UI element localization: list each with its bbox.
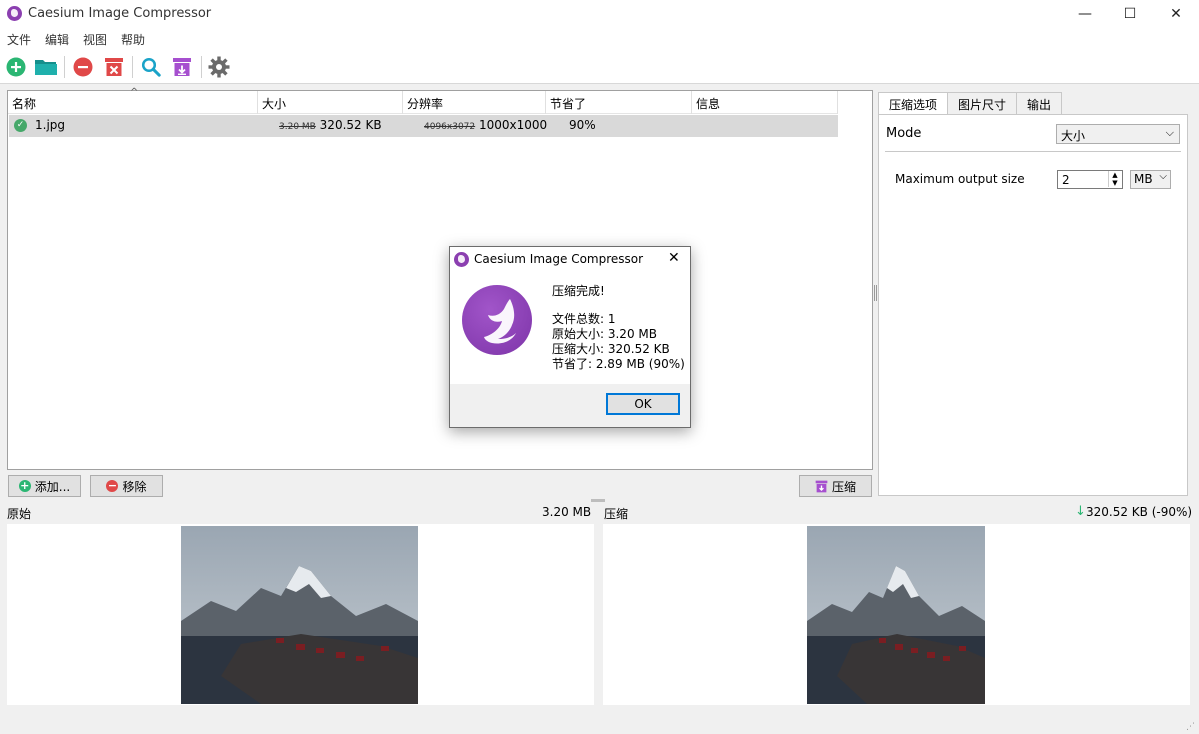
spinner-arrows-icon[interactable]: ▲ ▼ <box>1108 171 1121 187</box>
compressed-preview-size: 320.52 KB (-90%) <box>1086 505 1193 519</box>
table-header: 名称 ^ 大小 分辨率 节省了 信息 <box>8 87 838 114</box>
unit-select[interactable]: MB ⌵ <box>1130 170 1171 189</box>
open-folder-icon[interactable] <box>34 55 58 79</box>
mode-select[interactable]: 大小 ⌵ <box>1056 124 1180 144</box>
success-check-icon: ✓ <box>14 119 27 132</box>
file-name: 1.jpg <box>35 118 66 132</box>
app-logo-icon <box>7 6 22 21</box>
compressed-preview-image <box>807 526 985 704</box>
menu-help[interactable]: 帮助 <box>114 28 152 50</box>
options-tabs: 压缩选项 图片尺寸 输出 <box>878 92 1063 115</box>
toolbar-separator <box>201 56 202 78</box>
tab-compression-options[interactable]: 压缩选项 <box>878 92 949 115</box>
divider <box>885 151 1181 152</box>
title-bar: Caesium Image Compressor — ☐ ✕ <box>0 0 1199 28</box>
toolbar <box>0 50 1199 84</box>
compress-icon <box>815 480 828 492</box>
chevron-down-icon: ⌵ <box>1165 126 1174 139</box>
app-logo-icon <box>454 252 469 267</box>
toolbar-separator <box>64 56 65 78</box>
close-button[interactable]: ✕ <box>1153 0 1199 28</box>
original-size: 3.20 MB <box>279 122 316 132</box>
compressed-preview-pane[interactable] <box>603 524 1190 705</box>
dialog-heading: 压缩完成! <box>552 284 605 298</box>
dialog-compressed-size: 压缩大小: 320.52 KB <box>552 342 670 356</box>
menu-view[interactable]: 视图 <box>76 28 114 50</box>
remove-button[interactable]: − 移除 <box>90 475 163 497</box>
max-output-size-value: 2 <box>1062 173 1070 187</box>
original-preview-pane[interactable] <box>7 524 594 705</box>
arrow-down-icon: ↓ <box>1075 504 1086 519</box>
file-list-table[interactable]: 名称 ^ 大小 分辨率 节省了 信息 ✓ 1.jpg 3.20 MB 320.5… <box>7 87 873 470</box>
sort-caret-icon: ^ <box>130 87 139 98</box>
compress-button-label: 压缩 <box>831 479 856 494</box>
options-panel: 压缩选项 图片尺寸 输出 Mode 大小 ⌵ Maximum output si… <box>878 90 1188 496</box>
window-title: Caesium Image Compressor <box>28 6 212 21</box>
add-icon[interactable] <box>4 55 28 79</box>
max-output-size-spinbox[interactable]: 2 ▲ ▼ <box>1057 170 1123 189</box>
table-row[interactable]: ✓ 1.jpg 3.20 MB 320.52 KB 4096x3072 1000… <box>9 115 838 137</box>
column-header-size[interactable]: 大小 <box>258 91 403 114</box>
menu-edit[interactable]: 编辑 <box>38 28 76 50</box>
dialog-original-size: 原始大小: 3.20 MB <box>552 327 657 341</box>
dialog-body: 压缩完成! 文件总数: 1 原始大小: 3.20 MB 压缩大小: 320.52… <box>450 272 690 384</box>
compressed-size: 320.52 KB <box>319 118 382 132</box>
original-preview-size: 3.20 MB <box>542 505 592 519</box>
dialog-title: Caesium Image Compressor <box>474 252 644 266</box>
toolbar-separator <box>132 56 133 78</box>
file-size: 3.20 MB 320.52 KB <box>279 118 382 132</box>
settings-icon[interactable] <box>207 55 231 79</box>
dialog-title-bar: Caesium Image Compressor ✕ <box>450 247 690 272</box>
compress-icon[interactable] <box>170 55 194 79</box>
dialog-saved: 节省了: 2.89 MB (90%) <box>552 357 685 371</box>
compress-button[interactable]: 压缩 <box>799 475 872 497</box>
tab-output[interactable]: 输出 <box>1016 92 1063 114</box>
ok-button[interactable]: OK <box>606 393 680 415</box>
tab-image-size[interactable]: 图片尺寸 <box>947 92 1018 114</box>
horizontal-splitter-handle[interactable] <box>591 499 605 502</box>
vertical-splitter-handle[interactable] <box>874 285 877 301</box>
maximize-button[interactable]: ☐ <box>1107 0 1153 28</box>
column-header-info[interactable]: 信息 <box>692 91 838 114</box>
remove-button-label: 移除 <box>122 479 147 494</box>
clear-list-icon[interactable] <box>102 55 126 79</box>
dialog-close-icon[interactable]: ✕ <box>668 250 680 266</box>
menu-bar: 文件 编辑 视图 帮助 <box>0 28 1199 50</box>
remove-icon[interactable] <box>71 55 95 79</box>
column-header-saved[interactable]: 节省了 <box>546 91 692 114</box>
file-resolution: 4096x3072 1000x1000 <box>424 118 547 132</box>
column-header-resolution[interactable]: 分辨率 <box>403 91 546 114</box>
minimize-button[interactable]: — <box>1062 0 1108 28</box>
unit-select-value: MB <box>1134 172 1153 186</box>
dialog-total-files: 文件总数: 1 <box>552 312 616 326</box>
chevron-down-icon: ⌵ <box>1159 171 1167 182</box>
resize-grip-icon[interactable]: ⋰ <box>1186 722 1195 732</box>
mode-select-value: 大小 <box>1061 129 1086 143</box>
max-output-size-label: Maximum output size <box>895 172 1025 186</box>
menu-file[interactable]: 文件 <box>0 28 38 50</box>
caesium-logo-icon <box>462 285 532 355</box>
remove-icon: − <box>106 479 119 492</box>
compressed-resolution: 1000x1000 <box>478 118 548 132</box>
mode-label: Mode <box>886 126 922 141</box>
compression-options-body: Mode 大小 ⌵ Maximum output size 2 ▲ ▼ MB ⌵ <box>878 114 1188 496</box>
compression-complete-dialog: Caesium Image Compressor ✕ 压缩完成! 文件总数: 1… <box>449 246 691 428</box>
original-resolution: 4096x3072 <box>424 122 476 132</box>
original-preview-label: 原始 <box>7 507 32 521</box>
compressed-preview-label: 压缩 <box>604 507 629 521</box>
add-button[interactable]: + 添加... <box>8 475 81 497</box>
add-icon: + <box>18 479 31 492</box>
add-button-label: 添加... <box>34 479 71 494</box>
file-saved-percent: 90% <box>569 118 596 132</box>
original-preview-image <box>181 526 418 704</box>
preview-search-icon[interactable] <box>139 55 163 79</box>
